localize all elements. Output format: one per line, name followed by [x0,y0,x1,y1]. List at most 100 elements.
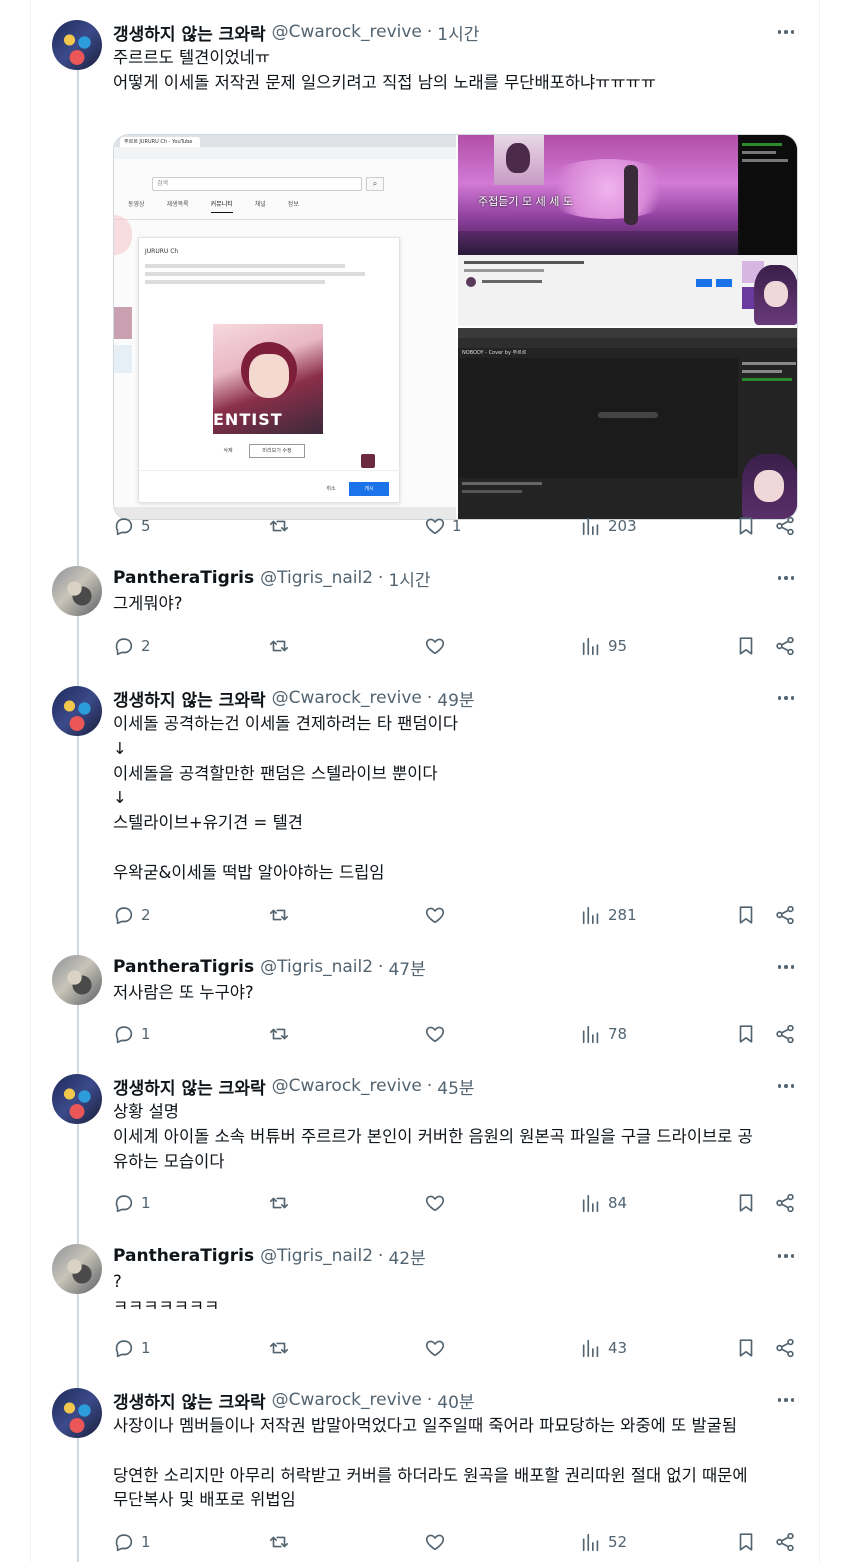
like-button[interactable] [424,1022,446,1046]
avatar[interactable] [52,955,102,1005]
bookmark-button[interactable] [735,1191,757,1215]
retweet-button[interactable] [268,1530,290,1554]
media-image-stream-stage[interactable]: 주접듣기 모 세 세 도 [458,135,797,326]
tab-channels[interactable]: 채널 [255,199,266,213]
views-button[interactable]: 43 [580,1336,627,1360]
more-dots-icon[interactable] [776,1076,796,1096]
timestamp[interactable]: 1시간 [388,566,430,591]
author-handle[interactable]: @Cwarock_revive [272,22,422,42]
cancel-button[interactable]: 취소 [317,482,345,496]
bookmark-button[interactable] [735,634,757,658]
tweet-actions: 2 95 [113,634,803,658]
more-dots-icon[interactable] [776,1246,796,1266]
like-button[interactable] [424,1336,446,1360]
reply-button[interactable]: 1 [113,1336,151,1360]
author-name[interactable]: PantheraTigris [113,957,254,977]
delete-button[interactable]: 삭제 [213,444,243,458]
more-dots-icon[interactable] [776,22,796,42]
timestamp[interactable]: 47분 [388,955,425,980]
like-button[interactable] [424,1191,446,1215]
views-button[interactable]: 203 [580,514,637,538]
post-button[interactable]: 게시 [349,482,389,496]
like-button[interactable] [424,634,446,658]
timestamp[interactable]: 40분 [437,1388,474,1413]
separator-dot: · [426,1076,433,1096]
bookmark-button[interactable] [735,1022,757,1046]
bar-chart-icon [582,1533,599,1552]
retweet-button[interactable] [268,514,296,538]
avatar[interactable] [52,566,102,616]
author-handle[interactable]: @Tigris_nail2 [260,568,373,588]
retweet-button[interactable] [268,1022,290,1046]
reply-button[interactable]: 1 [113,1530,151,1554]
more-dots-icon[interactable] [776,688,796,708]
reply-button[interactable]: 1 [113,1022,151,1046]
avatar[interactable] [52,1244,102,1294]
bookmark-button[interactable] [735,903,757,927]
more-dots-icon[interactable] [776,957,796,977]
search-icon[interactable]: ⌕ [366,177,384,191]
preview-edit-button[interactable]: 미리보기 수정 [249,444,305,458]
timestamp[interactable]: 1시간 [437,20,479,45]
reply-button[interactable]: 1 [113,1191,151,1215]
share-button[interactable] [774,1336,796,1360]
share-button[interactable] [774,634,796,658]
retweet-button[interactable] [268,1336,290,1360]
views-button[interactable]: 78 [580,1022,627,1046]
tweet-header: PantheraTigris @Tigris_nail2 · 47분 [113,955,426,980]
author-name[interactable]: 갱생하지 않는 크와락 [113,20,266,45]
author-name[interactable]: PantheraTigris [113,1246,254,1266]
bookmark-button[interactable] [735,1530,757,1554]
retweet-icon [269,1197,289,1209]
retweet-button[interactable] [268,1191,290,1215]
more-dots-icon[interactable] [776,568,796,588]
avatar[interactable] [52,686,102,736]
author-handle[interactable]: @Cwarock_revive [272,1076,422,1096]
share-button[interactable] [774,903,796,927]
media-image-youtube-community[interactable]: 주르르 JURURU Ch - YouTube 검색 ⌕ 동영상 재생목록 커뮤… [114,135,456,519]
media-grid[interactable]: 주르르 JURURU Ch - YouTube 검색 ⌕ 동영상 재생목록 커뮤… [113,134,798,520]
reply-button[interactable]: 2 [113,634,151,658]
share-button[interactable] [774,1191,796,1215]
tweet-actions: 1 43 [113,1336,803,1360]
more-dots-icon[interactable] [776,1390,796,1410]
tab-playlists[interactable]: 재생목록 [167,199,189,213]
avatar[interactable] [52,1388,102,1438]
like-button[interactable] [424,1530,446,1554]
stream-overlay-text: 주접듣기 모 세 세 도 [478,195,573,208]
views-button[interactable]: 84 [580,1191,627,1215]
like-button[interactable]: 1 [424,514,462,538]
timestamp[interactable]: 49분 [437,686,474,711]
tab-videos[interactable]: 동영상 [128,199,145,213]
media-image-video-player[interactable]: NOBODY - Cover by 주르르 [458,328,797,519]
bookmark-button[interactable] [735,514,757,538]
tab-community[interactable]: 커뮤니티 [210,199,233,213]
retweet-button[interactable] [268,634,290,658]
author-handle[interactable]: @Cwarock_revive [272,688,422,708]
author-name[interactable]: 갱생하지 않는 크와락 [113,1388,266,1413]
author-name[interactable]: 갱생하지 않는 크와락 [113,1074,266,1099]
author-handle[interactable]: @Tigris_nail2 [260,1246,373,1266]
search-input[interactable]: 검색 [152,177,362,191]
like-button[interactable] [424,903,446,927]
retweet-button[interactable] [268,903,290,927]
author-handle[interactable]: @Tigris_nail2 [260,957,373,977]
share-button[interactable] [774,1022,796,1046]
timestamp[interactable]: 42분 [388,1244,425,1269]
avatar[interactable] [52,20,102,70]
views-button[interactable]: 281 [580,903,637,927]
reply-button[interactable]: 5 [113,514,151,538]
tab-about[interactable]: 정보 [288,199,299,213]
author-handle[interactable]: @Cwarock_revive [272,1390,422,1410]
author-name[interactable]: 갱생하지 않는 크와락 [113,686,266,711]
heart-icon [425,1534,445,1551]
avatar[interactable] [52,1074,102,1124]
reply-button[interactable]: 2 [113,903,151,927]
share-button[interactable] [774,514,796,538]
author-name[interactable]: PantheraTigris [113,568,254,588]
timestamp[interactable]: 45분 [437,1074,474,1099]
bookmark-button[interactable] [735,1336,757,1360]
views-button[interactable]: 95 [580,634,627,658]
share-button[interactable] [774,1530,796,1554]
views-button[interactable]: 52 [580,1530,627,1554]
